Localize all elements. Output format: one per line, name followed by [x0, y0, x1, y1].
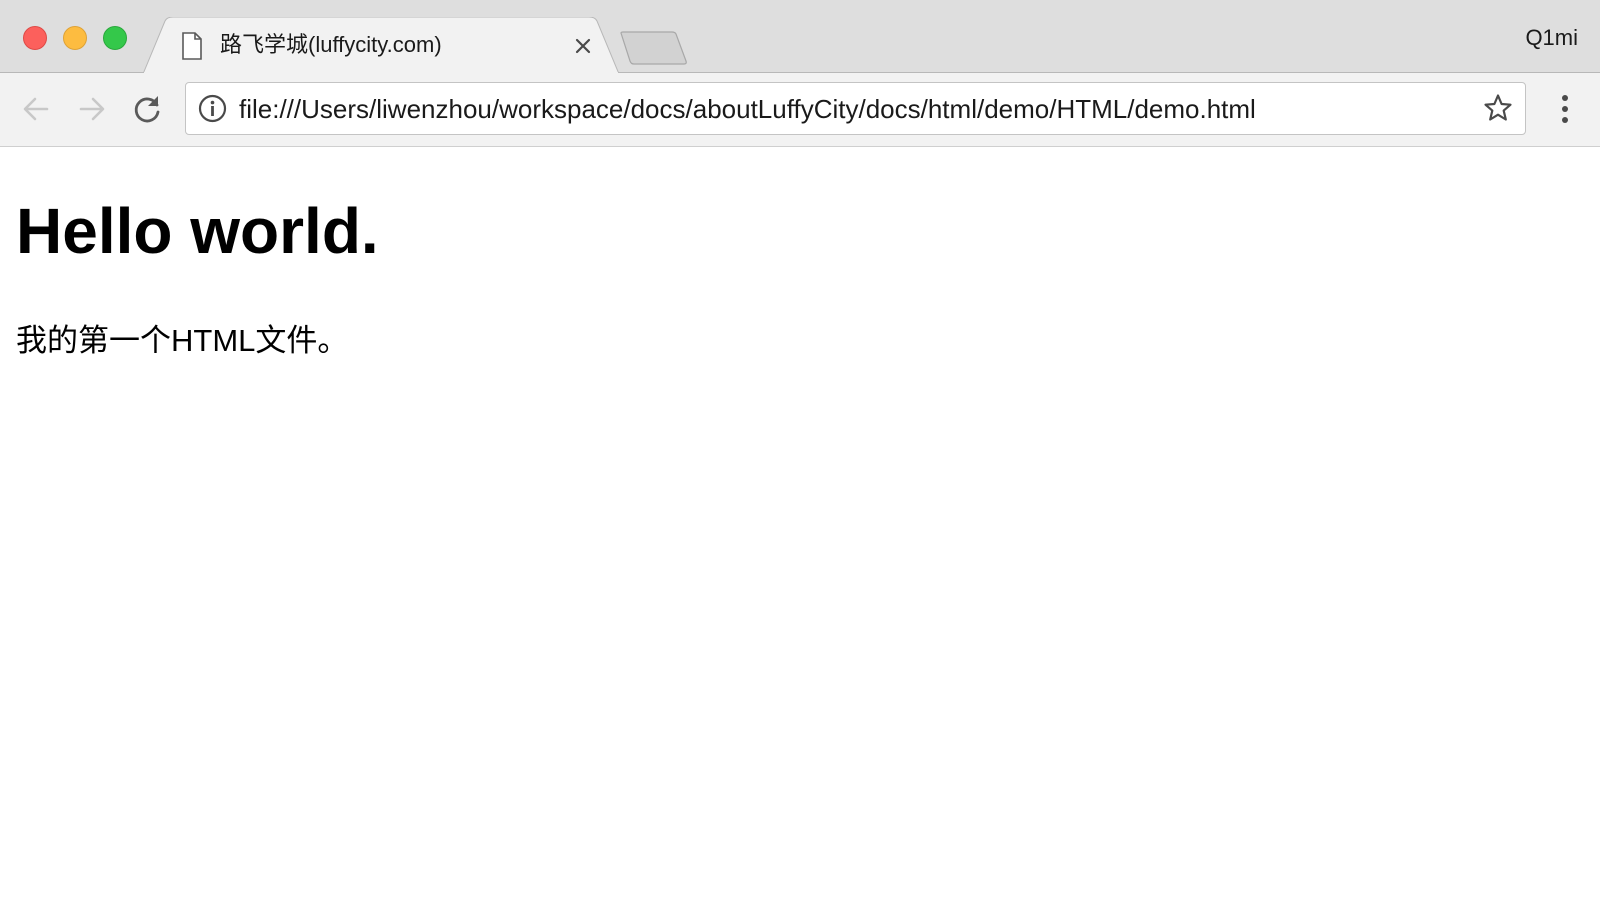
tab-title: 路飞学城(luffycity.com) — [220, 32, 442, 57]
reload-icon[interactable] — [132, 93, 164, 125]
profile-label[interactable]: Q1mi — [1525, 23, 1578, 53]
toolbar: file:///Users/liwenzhou/workspace/docs/a… — [0, 73, 1600, 147]
arrow-left-icon[interactable] — [20, 93, 52, 125]
info-icon[interactable] — [198, 94, 227, 123]
page-content: Hello world. 我的第一个HTML文件。 — [0, 147, 1600, 900]
star-icon[interactable] — [1483, 93, 1513, 123]
close-icon[interactable] — [573, 36, 593, 56]
window-minimize-button[interactable] — [63, 26, 87, 50]
window-close-button[interactable] — [23, 26, 47, 50]
page-heading: Hello world. — [16, 195, 379, 267]
new-tab-button[interactable] — [620, 31, 692, 65]
tab-active[interactable]: 路飞学城(luffycity.com) — [143, 17, 629, 74]
browser-window: 路飞学城(luffycity.com) Q1mi file:///Users/l… — [0, 0, 1600, 900]
url-text[interactable]: file:///Users/liwenzhou/workspace/docs/a… — [239, 93, 1256, 125]
arrow-right-icon[interactable] — [76, 93, 108, 125]
page-icon — [182, 32, 202, 60]
address-bar[interactable]: file:///Users/liwenzhou/workspace/docs/a… — [185, 82, 1526, 135]
more-vertical-icon[interactable] — [1553, 91, 1577, 127]
page-paragraph: 我的第一个HTML文件。 — [16, 323, 349, 358]
tab-strip: 路飞学城(luffycity.com) Q1mi — [0, 0, 1600, 74]
window-maximize-button[interactable] — [103, 26, 127, 50]
